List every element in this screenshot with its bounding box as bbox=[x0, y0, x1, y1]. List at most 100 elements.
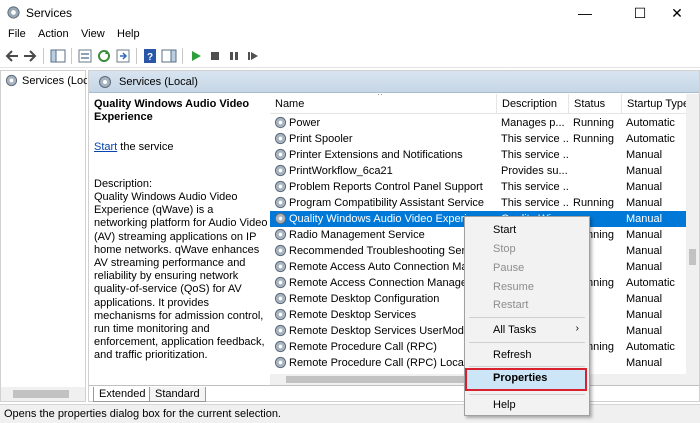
refresh-icon[interactable] bbox=[96, 48, 112, 64]
service-gear-icon bbox=[274, 324, 287, 337]
show-hide-action-pane-icon[interactable] bbox=[161, 48, 177, 64]
menu-separator bbox=[469, 317, 585, 318]
pause-service-icon[interactable] bbox=[226, 48, 242, 64]
service-gear-icon bbox=[274, 148, 287, 161]
service-gear-icon bbox=[274, 292, 287, 305]
service-gear-icon bbox=[274, 164, 287, 177]
service-title: Quality Windows Audio Video Experience bbox=[94, 98, 250, 123]
view-tabs: Extended Standard bbox=[89, 385, 699, 402]
scrollbar-thumb[interactable] bbox=[689, 249, 696, 265]
start-service-icon[interactable] bbox=[188, 48, 204, 64]
pane-header-title: Services (Local) bbox=[119, 76, 198, 88]
menu-item-restart: Restart bbox=[493, 299, 529, 311]
pane-header: Services (Local) bbox=[89, 71, 699, 93]
toolbar-separator bbox=[71, 48, 72, 64]
service-gear-icon bbox=[274, 132, 287, 145]
menu-file[interactable]: File bbox=[8, 28, 26, 40]
service-name: Problem Reports Control Panel Support bbox=[289, 181, 483, 193]
service-row[interactable]: Printer Extensions and Notifications This… bbox=[270, 147, 686, 163]
service-startup-type: Manual bbox=[626, 357, 663, 369]
service-gear-icon bbox=[274, 356, 287, 369]
service-status: Running bbox=[573, 197, 614, 209]
menu-item-start[interactable]: Start bbox=[465, 220, 589, 240]
menu-item-pause: Pause bbox=[493, 262, 525, 274]
service-startup-type: Manual bbox=[626, 245, 663, 257]
tree-horizontal-scrollbar[interactable] bbox=[1, 387, 85, 401]
column-header-description[interactable]: Description bbox=[496, 94, 568, 114]
service-description: Provides su... bbox=[501, 165, 568, 177]
export-list-icon[interactable] bbox=[115, 48, 131, 64]
service-name: Remote Procedure Call (RPC) bbox=[289, 341, 437, 353]
start-service-line: Start the service bbox=[94, 141, 173, 153]
service-startup-type: Manual bbox=[626, 149, 663, 161]
service-name: Remote Procedure Call (RPC) Locator bbox=[289, 357, 477, 369]
service-gear-icon bbox=[274, 308, 287, 321]
svg-text:?: ? bbox=[147, 52, 153, 63]
services-gear-icon bbox=[7, 6, 20, 19]
description-text: Quality Windows Audio Video Experience (… bbox=[94, 191, 268, 362]
service-startup-type: Manual bbox=[626, 309, 663, 321]
minimize-button[interactable]: — bbox=[562, 0, 608, 26]
close-button[interactable]: ✕ bbox=[654, 0, 700, 26]
context-menu: Start Stop Pause Resume Restart All Task… bbox=[464, 216, 590, 416]
list-vertical-scrollbar[interactable] bbox=[686, 94, 699, 376]
menu-item-help[interactable]: Help bbox=[465, 395, 589, 415]
service-row[interactable]: PrintWorkflow_6ca21 Provides su... Manual bbox=[270, 163, 686, 179]
submenu-arrow-icon: › bbox=[575, 323, 579, 334]
forward-arrow-icon[interactable] bbox=[22, 48, 38, 64]
service-status: Running bbox=[573, 133, 614, 145]
service-gear-icon bbox=[274, 180, 287, 193]
scrollbar-thumb[interactable] bbox=[13, 390, 69, 398]
menu-separator bbox=[469, 342, 585, 343]
toolbar-separator bbox=[136, 48, 137, 64]
start-service-suffix: the service bbox=[117, 141, 174, 153]
service-name: Remote Desktop Configuration bbox=[289, 293, 440, 305]
service-name: Program Compatibility Assistant Service bbox=[289, 197, 485, 209]
toolbar: ? bbox=[0, 44, 700, 68]
restart-service-icon[interactable] bbox=[245, 48, 261, 64]
service-startup-type: Manual bbox=[626, 325, 663, 337]
services-gear-icon bbox=[5, 74, 18, 87]
service-description: This service ... bbox=[501, 181, 569, 193]
menu-help[interactable]: Help bbox=[117, 28, 140, 40]
tab-extended[interactable]: Extended bbox=[93, 387, 152, 402]
service-row[interactable]: Program Compatibility Assistant Service T… bbox=[270, 195, 686, 211]
help-icon[interactable]: ? bbox=[142, 48, 158, 64]
menu-item-resume: Resume bbox=[493, 281, 534, 293]
service-row[interactable]: Problem Reports Control Panel Support Thi… bbox=[270, 179, 686, 195]
service-gear-icon bbox=[274, 340, 287, 353]
service-startup-type: Manual bbox=[626, 197, 663, 209]
tab-standard[interactable]: Standard bbox=[149, 387, 206, 402]
status-text: Opens the properties dialog box for the … bbox=[4, 408, 281, 420]
service-row[interactable]: Print Spooler This service ... Running Auto… bbox=[270, 131, 686, 147]
back-arrow-icon[interactable] bbox=[4, 48, 20, 64]
menu-item-all-tasks[interactable]: All Tasks › bbox=[465, 320, 589, 340]
list-header: ^ Name Description Status Startup Type bbox=[270, 94, 699, 114]
service-row[interactable]: Power Manages p... Running Automatic bbox=[270, 115, 686, 131]
service-startup-type: Automatic bbox=[626, 277, 675, 289]
service-name: Recommended Troubleshooting Service bbox=[289, 245, 485, 257]
service-name: Remote Desktop Services UserMode Port Re… bbox=[289, 325, 489, 337]
service-name: Remote Access Connection Manager bbox=[289, 277, 471, 289]
menu-action[interactable]: Action bbox=[38, 28, 69, 40]
column-header-status[interactable]: Status bbox=[568, 94, 621, 114]
service-name: Quality Windows Audio Video Experience bbox=[289, 213, 489, 225]
menu-item-refresh[interactable]: Refresh bbox=[465, 345, 589, 365]
service-name: Remote Desktop Services bbox=[289, 309, 417, 321]
service-startup-type: Manual bbox=[626, 261, 663, 273]
start-service-link[interactable]: Start bbox=[94, 141, 117, 153]
stop-service-icon[interactable] bbox=[207, 48, 223, 64]
service-description: Manages p... bbox=[501, 117, 565, 129]
console-tree-icon[interactable] bbox=[50, 48, 66, 64]
menu-separator bbox=[469, 366, 585, 367]
properties-sheet-icon[interactable] bbox=[77, 48, 93, 64]
column-header-name[interactable]: Name bbox=[270, 94, 496, 114]
tree-item-services-local[interactable]: Services (Local) bbox=[5, 73, 87, 89]
menu-view[interactable]: View bbox=[81, 28, 105, 40]
details-pane: Services (Local) Quality Windows Audio V… bbox=[88, 70, 700, 402]
service-status: Running bbox=[573, 117, 614, 129]
service-gear-icon bbox=[274, 116, 287, 129]
menu-item-properties[interactable]: Properties bbox=[465, 368, 587, 391]
service-name: Remote Access Auto Connection Manager bbox=[289, 261, 489, 273]
service-startup-type: Automatic bbox=[626, 133, 675, 145]
